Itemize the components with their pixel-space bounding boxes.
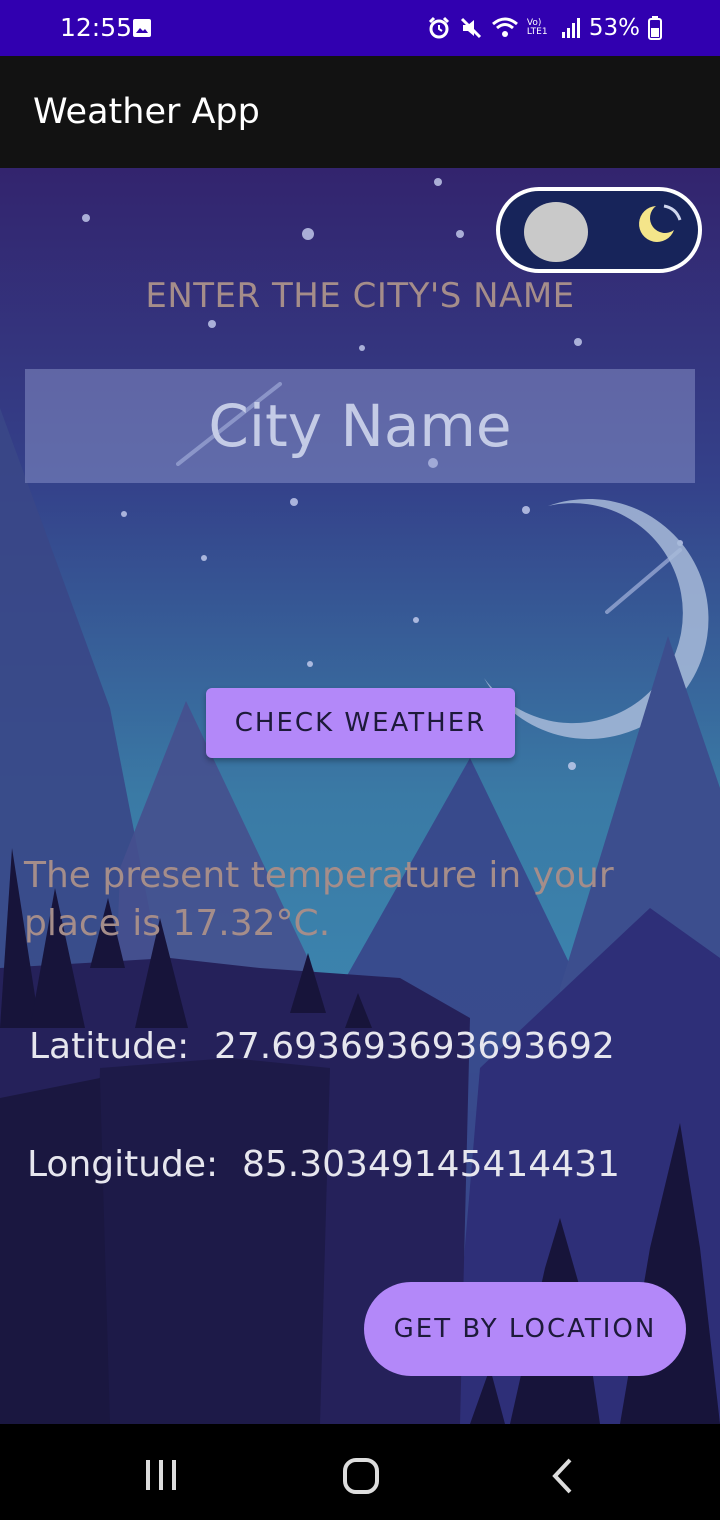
city-name-input[interactable]: [25, 369, 695, 483]
app-title: Weather App: [33, 92, 260, 132]
city-name-label: ENTER THE CITY'S NAME: [145, 276, 575, 316]
night-mountain-background: [0, 168, 720, 1424]
mute-icon: [460, 17, 481, 39]
longitude-label: Longitude:: [27, 1144, 219, 1185]
signal-icon: [561, 18, 580, 38]
wifi-icon: [491, 17, 518, 37]
alarm-icon: [428, 16, 449, 39]
longitude-value: 85.30349145414431: [242, 1144, 620, 1185]
back-icon[interactable]: [550, 1457, 576, 1495]
home-icon[interactable]: [342, 1457, 380, 1495]
latitude-value: 27.693693693693692: [214, 1026, 615, 1067]
status-time: 12:55: [60, 13, 133, 42]
battery-percent: 53%: [588, 15, 640, 41]
gallery-icon: [133, 19, 151, 37]
toggle-knob: [524, 202, 588, 262]
moon-icon: [639, 204, 682, 242]
status-bar: 12:55 Vo) LTE1 53%: [0, 0, 720, 56]
latitude-label: Latitude:: [29, 1026, 190, 1067]
temperature-text: The present temperature in your place is…: [24, 855, 614, 944]
check-weather-button[interactable]: CHECK WEATHER: [206, 688, 515, 758]
signal-type-label: Vo) LTE1: [526, 18, 548, 37]
recents-icon[interactable]: [144, 1458, 178, 1492]
battery-icon: [648, 16, 662, 40]
status-icons: Vo) LTE1 53%: [427, 15, 662, 41]
get-by-location-button[interactable]: GET BY LOCATION: [364, 1282, 686, 1376]
